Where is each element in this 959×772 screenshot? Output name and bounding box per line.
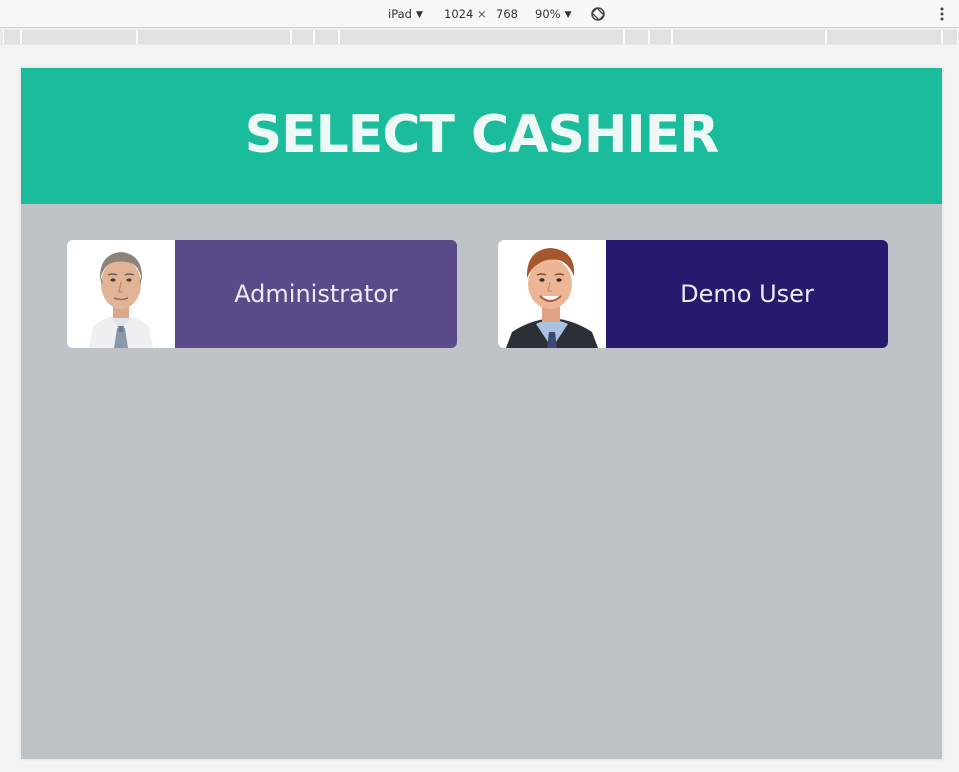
height-input[interactable]: 768 <box>496 7 518 21</box>
media-query-bar <box>0 29 959 45</box>
chevron-down-icon: ▼ <box>415 10 423 20</box>
device-toolbar: iPad ▼ 1024 × 768 90% ▼ <box>0 0 959 28</box>
cashier-name: Administrator <box>234 280 398 308</box>
media-query-segment[interactable] <box>339 30 624 44</box>
media-query-segment[interactable] <box>21 30 137 44</box>
media-query-segment[interactable] <box>672 30 826 44</box>
device-label: iPad <box>388 7 412 21</box>
media-query-segment[interactable] <box>137 30 291 44</box>
cashier-card-demo-user[interactable]: Demo User <box>498 240 888 348</box>
page-viewport: SELECT CASHIER Administrator Demo User <box>21 68 942 759</box>
media-query-segment[interactable] <box>291 30 314 44</box>
page-title: SELECT CASHIER <box>244 105 720 165</box>
media-query-segment[interactable] <box>826 30 942 44</box>
dimension-separator: × <box>477 7 487 21</box>
zoom-select[interactable]: 90% ▼ <box>535 7 571 23</box>
page-header: SELECT CASHIER <box>21 68 942 204</box>
cashier-name: Demo User <box>680 280 814 308</box>
more-vert-icon[interactable] <box>936 6 948 22</box>
width-input[interactable]: 1024 <box>444 7 473 21</box>
demo-user-avatar <box>498 240 606 348</box>
media-query-segment[interactable] <box>624 30 649 44</box>
device-select[interactable]: iPad ▼ <box>388 7 423 23</box>
cashier-card-administrator[interactable]: Administrator <box>67 240 457 348</box>
media-query-segment[interactable] <box>3 30 21 44</box>
chevron-down-icon: ▼ <box>564 10 572 20</box>
zoom-label: 90% <box>535 7 561 21</box>
administrator-avatar <box>67 240 175 348</box>
media-query-segment[interactable] <box>649 30 672 44</box>
media-query-segment[interactable] <box>314 30 339 44</box>
rotate-icon[interactable] <box>590 6 606 22</box>
media-query-segment[interactable] <box>942 30 958 44</box>
